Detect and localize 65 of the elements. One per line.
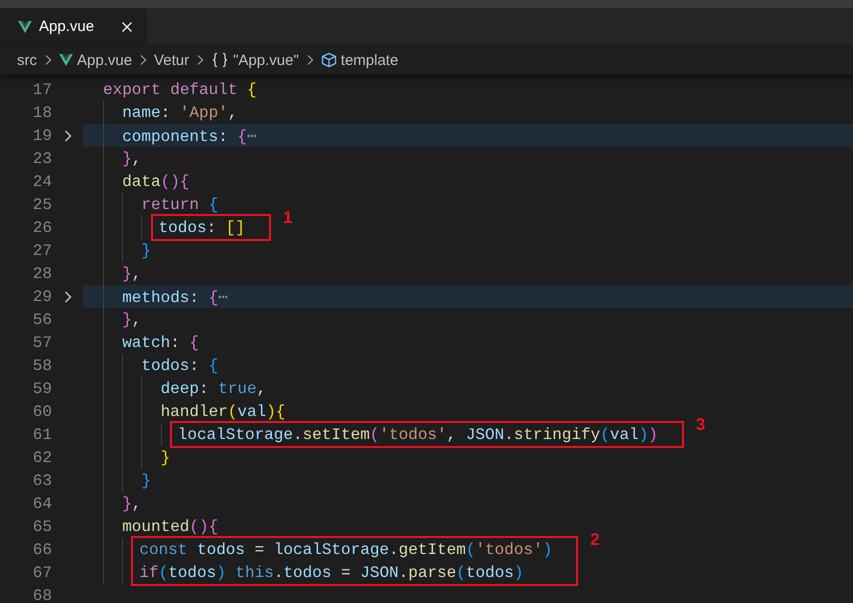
line-number: 23 — [32, 150, 52, 168]
code-line: components: {⋯ — [122, 126, 257, 146]
breadcrumb-item[interactable]: Vetur — [154, 52, 190, 68]
code-line: return { — [141, 196, 218, 214]
close-icon[interactable] — [121, 20, 133, 32]
breadcrumb-item[interactable]: "App.vue" — [211, 52, 299, 68]
code-line: } — [160, 448, 170, 466]
line-number: 27 — [32, 242, 52, 260]
code-line: watch: { — [122, 334, 200, 352]
breadcrumb-separator-icon — [196, 54, 204, 66]
code-line: } — [141, 472, 151, 490]
code-line: const todos = localStorage.getItem('todos') — [139, 540, 552, 558]
annotation-number: 3 — [696, 415, 706, 435]
code-line: mounted(){ — [122, 518, 218, 536]
code-line: }, — [122, 494, 142, 512]
breadcrumb-item[interactable]: App.vue — [59, 52, 132, 68]
breadcrumb-item[interactable]: template — [320, 52, 398, 68]
line-number: 67 — [32, 564, 52, 582]
code-line: methods: {⋯ — [122, 288, 228, 306]
code-line: deep: true, — [160, 380, 266, 398]
line-number: 62 — [32, 448, 52, 466]
line-number: 61 — [32, 426, 52, 444]
line-number: 68 — [32, 586, 52, 603]
code-line: data(){ — [122, 172, 190, 190]
line-number: 56 — [32, 310, 52, 328]
braces-icon — [211, 52, 230, 68]
breadcrumb-separator-icon — [306, 54, 314, 66]
line-number: 24 — [32, 172, 52, 190]
code-line: }, — [122, 150, 142, 168]
v-logo-icon — [18, 20, 32, 32]
line-number: 65 — [32, 518, 52, 536]
breadcrumb-item[interactable]: src — [17, 52, 37, 68]
line-number: 64 — [32, 494, 52, 512]
line-number: 26 — [32, 218, 52, 236]
chevron-right-icon[interactable] — [62, 128, 72, 142]
annotation-number: 1 — [282, 208, 292, 228]
code-line: }, — [122, 310, 142, 328]
code-line: todos: { — [141, 356, 218, 374]
line-number: 60 — [32, 402, 52, 420]
v-logo-icon — [59, 54, 73, 66]
code-line: if(todos) this.todos = JSON.parse(todos) — [139, 564, 524, 582]
chevron-right-icon[interactable] — [62, 290, 72, 304]
editor-tab[interactable]: App.vue — [0, 8, 147, 45]
code-line: todos: [] — [158, 218, 245, 236]
line-number: 66 — [32, 540, 52, 558]
line-number: 63 — [32, 472, 52, 490]
line-number: 28 — [32, 264, 52, 282]
code-line: } — [141, 242, 151, 260]
line-number: 18 — [32, 104, 52, 122]
cube-icon — [320, 52, 337, 68]
line-number: 17 — [32, 80, 52, 98]
breadcrumb-separator-icon — [44, 54, 52, 66]
code-line: export default { — [103, 80, 257, 98]
breadcrumb-separator-icon — [139, 54, 148, 66]
code-line: localStorage.setItem('todos', JSON.stringify(val)) — [178, 426, 658, 444]
line-number: 59 — [32, 380, 52, 398]
code-line: handler(val){ — [160, 402, 286, 420]
line-number: 29 — [32, 288, 52, 306]
line-number: 57 — [32, 334, 52, 352]
annotation-number: 2 — [590, 530, 600, 550]
line-number: 58 — [32, 356, 52, 374]
code-line: }, — [122, 264, 142, 282]
line-number: 19 — [32, 126, 52, 144]
line-number: 25 — [32, 196, 52, 214]
code-line: name: 'App', — [122, 104, 238, 122]
